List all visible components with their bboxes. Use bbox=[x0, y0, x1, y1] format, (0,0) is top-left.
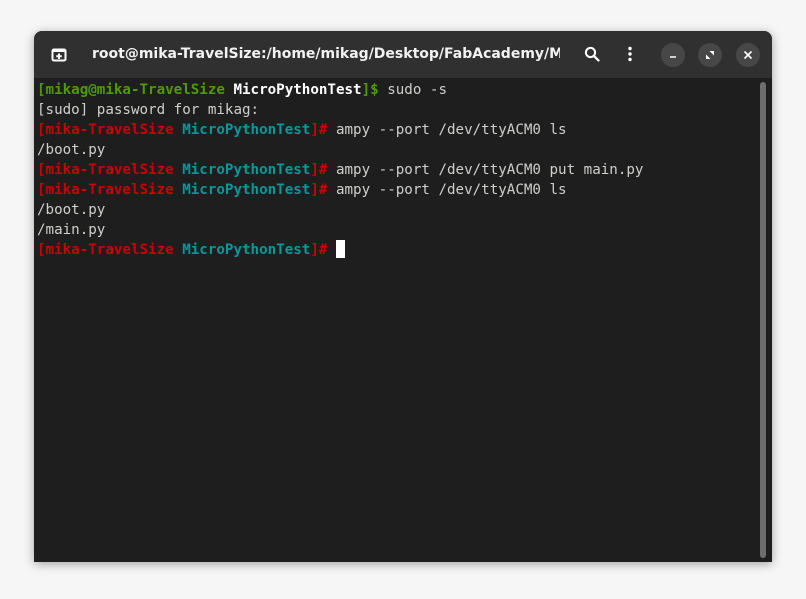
root-prompt: ]# bbox=[310, 182, 328, 198]
command-text: /boot.py bbox=[37, 202, 106, 218]
root-prompt: [mika-TravelSize bbox=[37, 162, 174, 178]
root-prompt: ]# bbox=[310, 122, 328, 138]
terminal-output[interactable]: [mikag@mika-TravelSize MicroPythonTest]$… bbox=[34, 78, 772, 562]
text-cursor bbox=[335, 240, 345, 258]
command-text: ampy --port /dev/ttyACM0 ls bbox=[327, 122, 567, 138]
terminal-line: [mika-TravelSize MicroPythonTest]# ampy … bbox=[37, 120, 643, 140]
command-text: /main.py bbox=[37, 222, 106, 238]
command-text: sudo -s bbox=[378, 82, 448, 98]
root-prompt: ]# bbox=[310, 162, 328, 178]
minimize-button[interactable] bbox=[661, 43, 685, 67]
scrollbar-thumb[interactable] bbox=[760, 82, 766, 558]
terminal-line: [sudo] password for mikag: bbox=[37, 100, 643, 120]
working-directory: MicroPythonTest bbox=[224, 82, 362, 98]
header-bar: root@mika-TravelSize:/home/mikag/Desktop… bbox=[34, 31, 772, 78]
root-prompt: [mika-TravelSize bbox=[37, 242, 174, 258]
working-directory: MicroPythonTest bbox=[173, 122, 311, 138]
search-icon bbox=[584, 46, 600, 62]
terminal-line: [mika-TravelSize MicroPythonTest]# ampy … bbox=[37, 180, 643, 200]
user-prompt: [mikag@mika-TravelSize bbox=[37, 82, 225, 98]
kebab-menu-icon bbox=[628, 46, 632, 62]
terminal-text: [mikag@mika-TravelSize MicroPythonTest]$… bbox=[37, 80, 643, 260]
maximize-button[interactable] bbox=[698, 43, 722, 67]
command-text bbox=[327, 242, 336, 258]
close-icon bbox=[743, 50, 753, 60]
terminal-line: /boot.py bbox=[37, 140, 643, 160]
scrollbar[interactable] bbox=[759, 82, 767, 558]
terminal-line: [mikag@mika-TravelSize MicroPythonTest]$… bbox=[37, 80, 643, 100]
command-text: [sudo] password for mikag: bbox=[37, 102, 260, 118]
search-button[interactable] bbox=[579, 41, 605, 67]
minimize-icon bbox=[670, 56, 676, 58]
command-text: /boot.py bbox=[37, 142, 106, 158]
terminal-window: root@mika-TravelSize:/home/mikag/Desktop… bbox=[34, 31, 772, 562]
close-button[interactable] bbox=[736, 43, 760, 67]
working-directory: MicroPythonTest bbox=[173, 162, 311, 178]
command-text: ampy --port /dev/ttyACM0 ls bbox=[327, 182, 567, 198]
terminal-line: [mika-TravelSize MicroPythonTest]# ampy … bbox=[37, 160, 643, 180]
maximize-icon bbox=[706, 51, 714, 59]
working-directory: MicroPythonTest bbox=[173, 182, 311, 198]
terminal-line: [mika-TravelSize MicroPythonTest]# bbox=[37, 240, 643, 260]
terminal-line: /boot.py bbox=[37, 200, 643, 220]
menu-button[interactable] bbox=[617, 41, 643, 67]
window-title: root@mika-TravelSize:/home/mikag/Desktop… bbox=[92, 46, 560, 62]
command-text: ampy --port /dev/ttyACM0 put main.py bbox=[327, 162, 644, 178]
root-prompt: [mika-TravelSize bbox=[37, 182, 174, 198]
root-prompt: ]# bbox=[310, 242, 328, 258]
new-tab-icon bbox=[51, 48, 67, 62]
root-prompt: [mika-TravelSize bbox=[37, 122, 174, 138]
terminal-line: /main.py bbox=[37, 220, 643, 240]
user-prompt: ]$ bbox=[361, 82, 379, 98]
new-tab-button[interactable] bbox=[46, 41, 72, 67]
working-directory: MicroPythonTest bbox=[173, 242, 311, 258]
